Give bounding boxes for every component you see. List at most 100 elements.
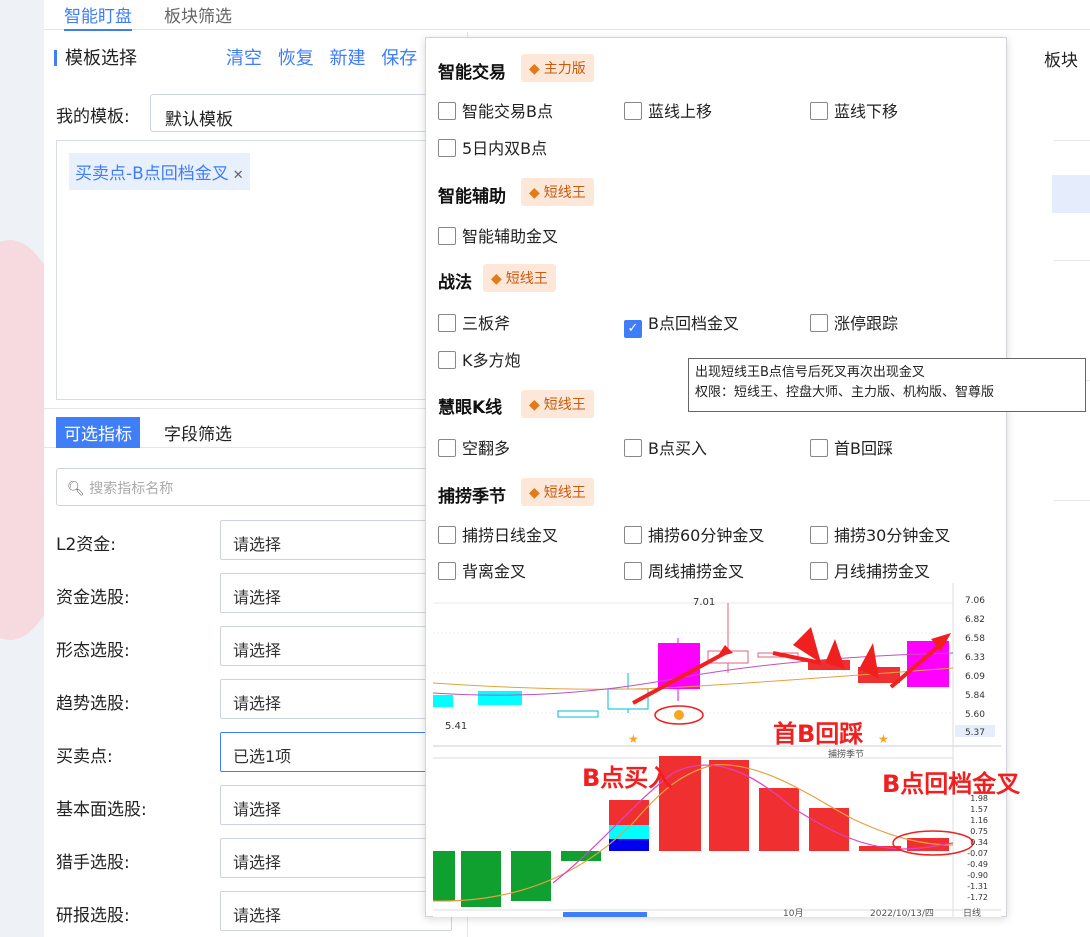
tooltip: 出现短线王B点信号后死叉再次出现金叉 权限：短线王、控盘大师、主力版、机构版、智… <box>688 358 1086 412</box>
annotation-label: B点回档金叉 <box>882 770 1021 798</box>
candle <box>557 710 599 718</box>
tab-optional-indicators[interactable]: 可选指标 <box>56 417 140 448</box>
star-icon: ★ <box>628 732 639 746</box>
save-button[interactable]: 保存 <box>381 48 417 69</box>
checkbox-icon <box>810 102 828 120</box>
checkbox-icon <box>624 439 642 457</box>
candle <box>433 695 453 707</box>
filter-select[interactable]: 请选择› <box>220 891 452 931</box>
checkbox-item[interactable]: K多方炮 <box>438 347 521 371</box>
filter-row: 趋势选股: 请选择› <box>56 679 452 719</box>
checkbox-item[interactable]: 首B回踩 <box>810 435 893 459</box>
filter-label: 趋势选股: <box>56 694 130 714</box>
checkbox-item[interactable]: 捕捞日线金叉 <box>438 522 558 546</box>
star-icon: ★ <box>878 732 889 746</box>
checkbox-item[interactable]: 蓝线上移 <box>624 98 712 122</box>
filter-select[interactable]: 请选择› <box>220 679 452 719</box>
close-icon[interactable]: ✕ <box>233 168 244 183</box>
checkbox-icon <box>438 526 456 544</box>
version-badge: ◆ 短线王 <box>483 264 556 292</box>
panel-header: 模板选择 <box>54 44 137 70</box>
diamond-icon: ◆ <box>529 485 540 501</box>
macd-bar <box>809 808 849 851</box>
filter-select[interactable]: 请选择› <box>220 520 452 560</box>
axis-tick: 5.84 <box>965 691 985 701</box>
filter-row: 形态选股: 请选择› <box>56 626 452 666</box>
search-placeholder: 搜索指标名称 <box>89 481 174 497</box>
panel-title: 模板选择 <box>65 48 137 69</box>
checkbox-icon <box>438 351 456 369</box>
axis-tick: 1.57 <box>970 805 988 814</box>
version-badge: ◆ 短线王 <box>521 390 594 418</box>
checkbox-item[interactable]: 背离金叉 <box>438 558 526 582</box>
badge-label: 短线王 <box>505 271 548 287</box>
scroll-indicator <box>563 912 647 917</box>
checkbox-icon <box>438 439 456 457</box>
axis-tick: -0.49 <box>967 860 988 869</box>
checkbox-item[interactable]: 蓝线下移 <box>810 98 898 122</box>
selected-tag[interactable]: 买卖点-B点回档金叉 ✕ <box>69 153 250 190</box>
filter-select[interactable]: 请选择› <box>220 838 452 878</box>
axis-tick: 5.60 <box>965 710 985 720</box>
badge-label: 短线王 <box>543 485 586 501</box>
filter-row: 猎手选股: 请选择› <box>56 838 452 878</box>
new-button[interactable]: 新建 <box>329 48 365 69</box>
tab-sector-filter[interactable]: 板块筛选 <box>164 2 232 27</box>
tooltip-line: 权限：短线王、控盘大师、主力版、机构版、智尊版 <box>695 385 995 400</box>
divider <box>1054 140 1090 141</box>
filter-select[interactable]: 请选择› <box>220 626 452 666</box>
checkbox-item[interactable]: 捕捞30分钟金叉 <box>810 522 950 546</box>
diamond-icon: ◆ <box>529 185 540 201</box>
axis-tick: 7.06 <box>965 596 985 606</box>
candle <box>478 691 522 705</box>
checkbox-item[interactable]: B点买入 <box>624 435 707 459</box>
filter-row: 买卖点: 已选1项› <box>56 732 452 772</box>
tab-field-filter[interactable]: 字段筛选 <box>164 420 232 445</box>
checkbox-label: 月线捕捞金叉 <box>834 562 931 581</box>
checkbox-item[interactable]: 周线捕捞金叉 <box>624 558 744 582</box>
axis-tick: 0.34 <box>970 838 988 847</box>
checkbox-icon <box>624 562 642 580</box>
filter-label: 基本面选股: <box>56 800 147 820</box>
axis-tick: -0.90 <box>967 871 988 880</box>
checkbox-label: 蓝线下移 <box>834 102 899 121</box>
filter-select[interactable]: 已选1项› <box>220 732 452 772</box>
header-actions: 清空 恢复 新建 保存 ⧉ <box>226 44 454 70</box>
checkbox-item[interactable]: 智能辅助金叉 <box>438 223 558 247</box>
checkbox-label: 蓝线上移 <box>648 102 713 121</box>
checkbox-item[interactable]: 5日内双B点 <box>438 135 547 159</box>
template-value: 默认模板 <box>165 110 233 130</box>
checkbox-item[interactable]: 涨停跟踪 <box>810 310 898 334</box>
filter-select[interactable]: 请选择› <box>220 785 452 825</box>
checkbox-item[interactable]: ✓ B点回档金叉 <box>624 310 739 338</box>
highlight-row <box>1052 175 1090 213</box>
filter-row: L2资金: 请选择› <box>56 520 452 560</box>
restore-button[interactable]: 恢复 <box>278 48 314 69</box>
candle <box>658 643 700 689</box>
badge-label: 短线王 <box>543 397 586 413</box>
template-select[interactable]: 默认模板⌵ <box>150 94 450 132</box>
checkbox-icon <box>438 139 456 157</box>
checkbox-item[interactable]: 捕捞60分钟金叉 <box>624 522 764 546</box>
selected-tags-box: 买卖点-B点回档金叉 ✕ <box>56 140 452 400</box>
checkbox-item[interactable]: 月线捕捞金叉 <box>810 558 930 582</box>
checkbox-label: 捕捞60分钟金叉 <box>648 526 765 545</box>
axis-tick: 6.09 <box>965 672 985 682</box>
axis-tick: 1.16 <box>970 816 988 825</box>
section-title: 智能交易 <box>438 63 506 83</box>
checkbox-icon <box>810 439 828 457</box>
filter-label: 研报选股: <box>56 906 130 926</box>
axis-tick: 6.82 <box>965 615 985 625</box>
checkbox-item[interactable]: 智能交易B点 <box>438 98 553 122</box>
filter-value: 请选择 <box>233 535 282 554</box>
filter-select[interactable]: 请选择› <box>220 573 452 613</box>
checkbox-item[interactable]: 三板斧 <box>438 310 510 334</box>
search-input[interactable]: 🔍︎ 搜索指标名称 <box>56 468 452 506</box>
section-title: 战法 <box>438 273 472 293</box>
checkbox-icon <box>810 314 828 332</box>
clear-button[interactable]: 清空 <box>226 48 262 69</box>
checkbox-label: 捕捞30分钟金叉 <box>834 526 951 545</box>
checkbox-item[interactable]: 空翻多 <box>438 435 510 459</box>
macd-bar <box>511 851 551 901</box>
tab-smart-watch[interactable]: 智能盯盘 <box>64 2 132 31</box>
